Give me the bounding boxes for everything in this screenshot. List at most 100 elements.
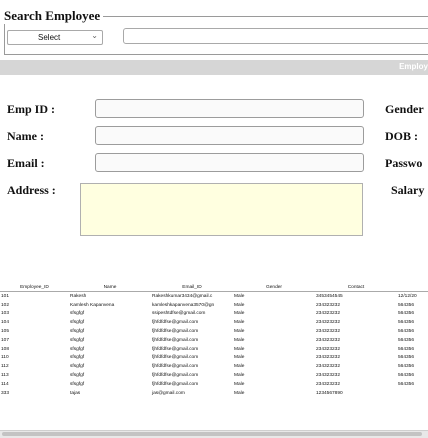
search-legend: Search Employee (4, 8, 104, 24)
salary-label: Salary (391, 183, 425, 197)
table-cell: 105 (1, 329, 10, 335)
table-cell: 104 (1, 320, 10, 326)
table-row[interactable]: 104 sfsgfgf fjhfdfdfse@gmail.com Male 234323… (0, 318, 428, 327)
table-cell: sfsgfgf (70, 320, 85, 326)
table-row[interactable]: 114 sfsgfgf fjhfdfdfse@gmail.com Male 234323… (0, 380, 428, 389)
table-cell: 564356 (398, 302, 415, 308)
table-row[interactable]: 113 sfsgfgf fjhfdfdfse@gmail.com Male 234323… (0, 371, 428, 380)
table-row[interactable]: 108 sfsgfgf fjhfdfdfse@gmail.com Male 234323… (0, 345, 428, 354)
table-cell: 564356 (398, 337, 415, 343)
table-cell: Male (234, 381, 245, 387)
table-cell: kamleshkapanvena3570@gn (152, 302, 215, 308)
table-cell: 103 (1, 311, 10, 317)
table-cell: 234323232 (316, 320, 341, 326)
table-cell: sfsgfgf (70, 329, 85, 335)
address-textarea[interactable] (80, 183, 363, 236)
table-cell: 234323232 (316, 337, 341, 343)
table-row[interactable]: 101 Rakesh Rakeshkumar3434@gmail.c Male 3453… (0, 292, 428, 301)
table-cell: Male (234, 293, 245, 299)
column-header[interactable]: Employee_ID (0, 284, 69, 292)
table-cell: 110 (1, 355, 9, 361)
table-cell: 102 (1, 302, 10, 308)
search-by-select[interactable]: Select ⌄ (7, 30, 103, 45)
email-input[interactable] (95, 153, 364, 172)
emp-id-label: Emp ID : (7, 102, 56, 116)
table-cell: 1234567890 (316, 390, 343, 396)
table-cell: ssipeshtdfse@gmail.com (152, 311, 206, 317)
table-cell: Male (234, 311, 245, 317)
table-cell: 564356 (398, 320, 415, 326)
password-label: Passwo (385, 156, 423, 170)
table-cell: 114 (1, 381, 9, 387)
table-cell: fjhfdfdfse@gmail.com (152, 346, 199, 352)
table-cell: Kamlesh Kapanvena (70, 302, 115, 308)
emp-id-input[interactable] (95, 99, 364, 118)
table-cell: 234323232 (316, 346, 341, 352)
table-cell: 564356 (398, 355, 415, 361)
name-input[interactable] (95, 126, 364, 145)
dob-label: DOB : (385, 129, 418, 143)
section-title: Employ (399, 62, 428, 71)
table-cell: sfsgfgf (70, 381, 85, 387)
table-cell: 12/12/20 (398, 293, 417, 299)
table-cell: Male (234, 337, 245, 343)
table-cell: sfsgfgf (70, 373, 85, 379)
table-row[interactable]: 105 sfsgfgf fjhfdfdfse@gmail.com Male 234323… (0, 327, 428, 336)
table-cell: sfsgfgf (70, 355, 85, 361)
select-value: Select (38, 33, 61, 42)
table-cell: fjhfdfdfse@gmail.com (152, 329, 199, 335)
employee-table[interactable]: Employee_ID Name Email_ID Gender Contact… (0, 284, 428, 398)
table-cell: Rakeshkumar3434@gmail.c (152, 293, 213, 299)
chevron-down-icon: ⌄ (91, 31, 98, 40)
table-cell: Male (234, 355, 245, 361)
employee-details-bar: Employ (0, 60, 428, 75)
table-cell: 113 (1, 373, 9, 379)
table-row[interactable]: 102 Kamlesh Kapanvena kamleshkapanvena3570… (0, 301, 428, 310)
address-label: Address : (7, 183, 56, 197)
table-cell: 234323232 (316, 329, 341, 335)
table-cell: sfsgfgf (70, 346, 85, 352)
table-cell: Male (234, 320, 245, 326)
table-cell: 234323232 (316, 355, 341, 361)
table-cell: Male (234, 390, 245, 396)
table-row[interactable]: 107 sfsgfgf fjhfdfdfse@gmail.com Male 234323… (0, 336, 428, 345)
table-cell: 108 (1, 346, 10, 352)
table-cell: jas@gmail.com (152, 390, 185, 396)
table-row[interactable]: 112 sfsgfgf fjhfdfdfse@gmail.com Male 234323… (0, 362, 428, 371)
search-fieldset-bottom-border (4, 54, 428, 55)
table-cell: Male (234, 302, 245, 308)
table-cell: sfsgfgf (70, 311, 85, 317)
table-row[interactable]: 110 sfsgfgf fjhfdfdfse@gmail.com Male 234323… (0, 354, 428, 363)
gender-label: Gender (385, 102, 424, 116)
table-cell: Male (234, 329, 245, 335)
scrollbar-thumb[interactable] (2, 432, 422, 436)
table-cell: 564356 (398, 329, 415, 335)
table-cell: 234323232 (316, 364, 341, 370)
column-header[interactable]: Gender (233, 284, 315, 292)
table-cell: Rakesh (70, 293, 87, 299)
column-header[interactable]: Name (69, 284, 151, 292)
search-input[interactable] (123, 28, 428, 44)
table-cell: 107 (1, 337, 10, 343)
table-row[interactable]: 333 tajas jas@gmail.com Male 1234567890 (0, 389, 428, 398)
column-header[interactable]: Contact (315, 284, 397, 292)
table-cell: Male (234, 373, 245, 379)
column-header[interactable]: Email_ID (151, 284, 233, 292)
table-cell: fjhfdfdfse@gmail.com (152, 320, 199, 326)
table-cell: fjhfdfdfse@gmail.com (152, 355, 199, 361)
table-cell: 234323232 (316, 311, 341, 317)
table-cell: 234323232 (316, 302, 341, 308)
table-cell: 101 (1, 293, 10, 299)
table-cell: 333 (1, 390, 10, 396)
table-cell: sfsgfgf (70, 364, 85, 370)
table-row[interactable]: 103 sfsgfgf ssipeshtdfse@gmail.com Male 2343… (0, 310, 428, 319)
table-cell: 564356 (398, 373, 415, 379)
table-header-row: Employee_ID Name Email_ID Gender Contact (0, 284, 428, 292)
email-label: Email : (7, 156, 45, 170)
table-cell: fjhfdfdfse@gmail.com (152, 373, 199, 379)
table-cell: fjhfdfdfse@gmail.com (152, 364, 199, 370)
table-cell: 234323232 (316, 373, 341, 379)
table-cell: 564356 (398, 381, 415, 387)
column-header[interactable] (397, 284, 428, 292)
table-cell: tajas (70, 390, 81, 396)
